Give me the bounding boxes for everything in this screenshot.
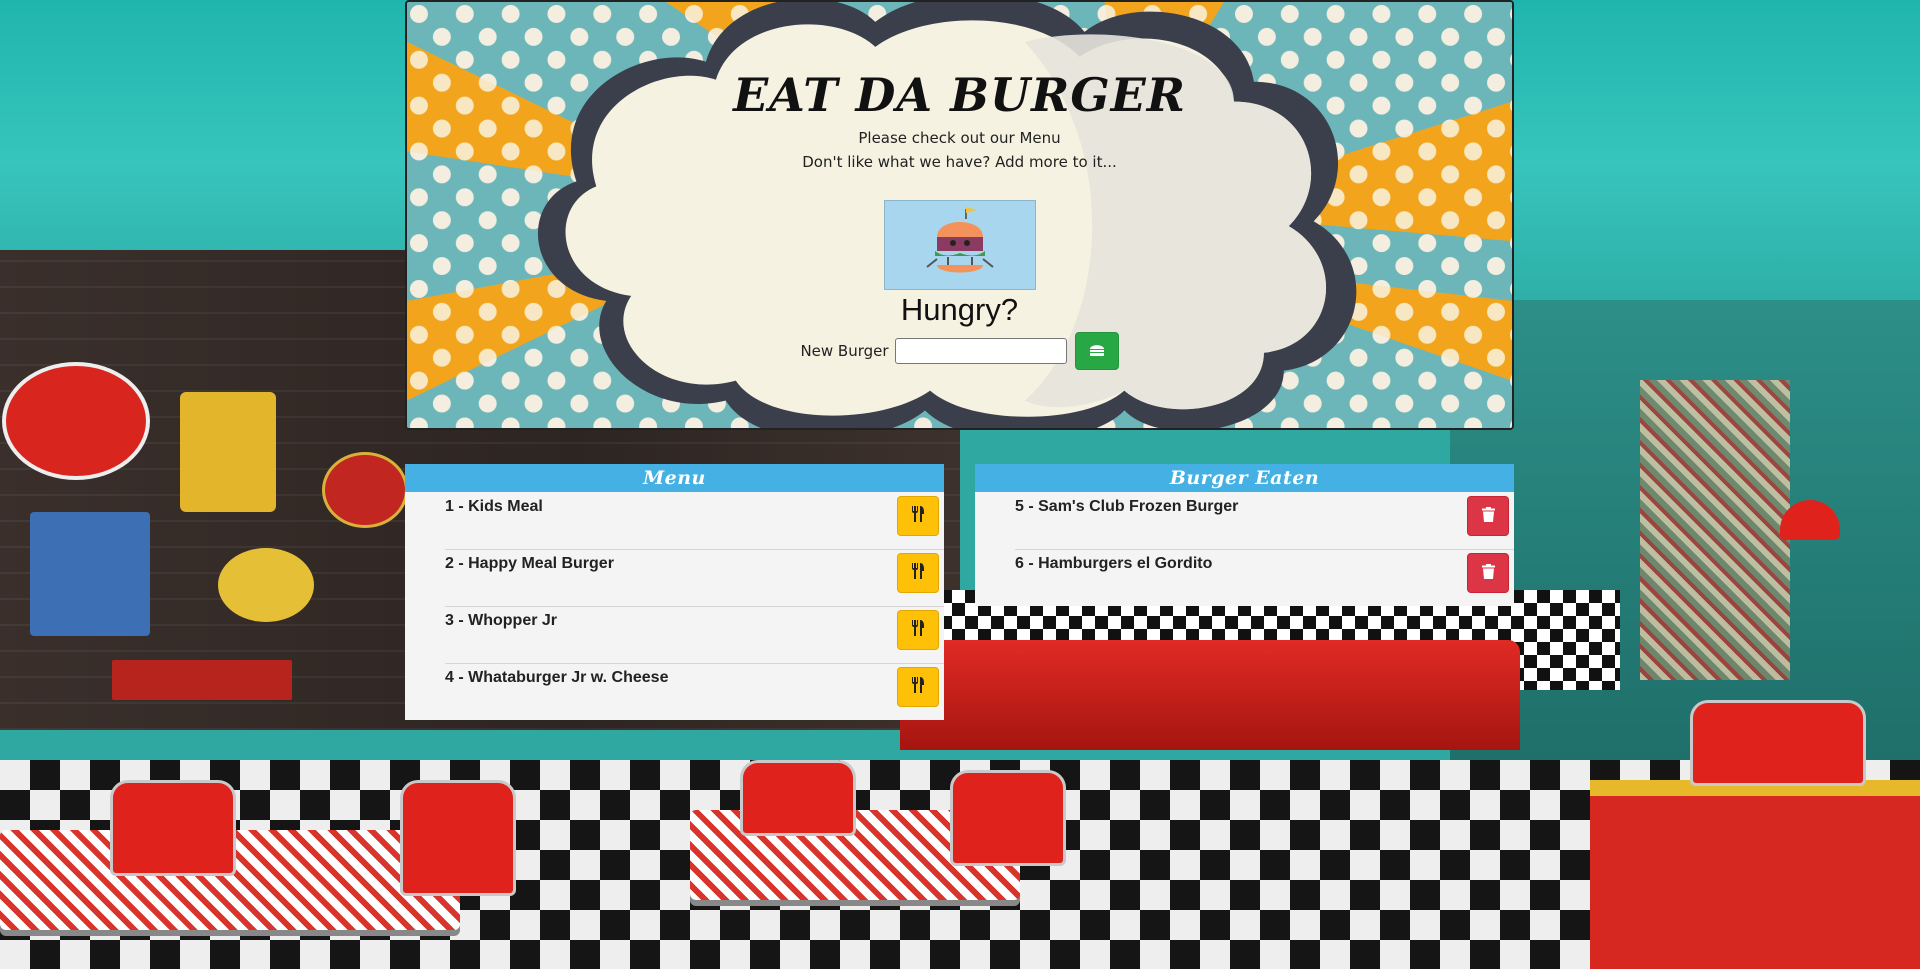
utensils-icon [911, 563, 925, 583]
menu-list: 1 - Kids Meal 2 - Happy Meal Burger 3 - … [405, 492, 944, 720]
menu-panel-title: Menu [405, 464, 944, 492]
eaten-panel: Burger Eaten 5 - Sam's Club Frozen Burge… [975, 464, 1514, 606]
delete-button[interactable] [1467, 553, 1509, 593]
menu-item-label: 1 - Kids Meal [445, 498, 543, 515]
devour-button[interactable] [897, 610, 939, 650]
menu-item-label: 2 - Happy Meal Burger [445, 555, 614, 572]
menu-item-label: 3 - Whopper Jr [445, 612, 558, 629]
new-burger-form: New Burger [407, 332, 1512, 370]
eaten-panel-title: Burger Eaten [975, 464, 1514, 492]
trash-icon [1481, 506, 1495, 526]
burger-icon [1089, 342, 1105, 361]
eaten-item-label: 5 - Sam's Club Frozen Burger [1015, 498, 1239, 515]
subtitle-add-more: Don't like what we have? Add more to it.… [802, 153, 1117, 171]
eaten-list-item: 6 - Hamburgers el Gordito [975, 549, 1514, 606]
menu-list-item: 4 - Whataburger Jr w. Cheese [405, 663, 944, 720]
devour-button[interactable] [897, 553, 939, 593]
add-burger-button[interactable] [1074, 332, 1119, 370]
new-burger-input[interactable] [894, 338, 1067, 364]
utensils-icon [911, 506, 925, 526]
hungry-heading: Hungry? [900, 292, 1019, 327]
site-title: EAT DA BURGER [733, 68, 1186, 122]
menu-panel: Menu 1 - Kids Meal 2 - Happy Meal Burger… [405, 464, 944, 720]
devour-button[interactable] [897, 667, 939, 707]
burger-character-image [883, 200, 1036, 290]
utensils-icon [911, 677, 925, 697]
devour-button[interactable] [897, 496, 939, 536]
menu-list-item: 1 - Kids Meal [405, 492, 944, 549]
eaten-list-item: 5 - Sam's Club Frozen Burger [975, 492, 1514, 549]
trash-icon [1481, 563, 1495, 583]
header-jumbotron: EAT DA BURGER Please check out our Menu … [405, 0, 1514, 430]
menu-list-item: 3 - Whopper Jr [405, 606, 944, 663]
menu-list-item: 2 - Happy Meal Burger [405, 549, 944, 606]
subtitle-menu: Please check out our Menu [858, 129, 1061, 147]
new-burger-label: New Burger [800, 342, 889, 360]
eaten-item-label: 6 - Hamburgers el Gordito [1015, 555, 1213, 572]
menu-item-label: 4 - Whataburger Jr w. Cheese [445, 669, 669, 686]
utensils-icon [911, 620, 925, 640]
eaten-list: 5 - Sam's Club Frozen Burger 6 - Hamburg… [975, 492, 1514, 606]
delete-button[interactable] [1467, 496, 1509, 536]
